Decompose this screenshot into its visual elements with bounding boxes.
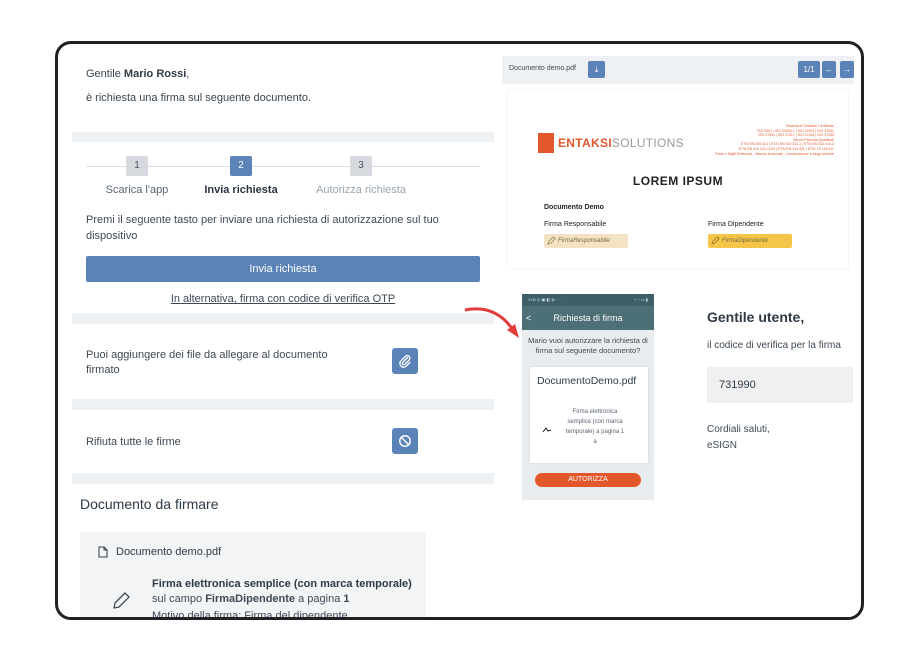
field-name: FirmaDipendente — [205, 593, 296, 605]
entaksi-logo-mark — [538, 133, 554, 153]
phone-status-right: ⌁ ◔ ▭ ▮ — [633, 297, 648, 302]
otp-link[interactable]: In alternativa, firma con codice di veri… — [72, 293, 494, 305]
file-icon — [98, 546, 108, 558]
resp-signature-badge[interactable]: FirmaResponsabile — [544, 234, 628, 248]
signature-field: sul campo FirmaDipendente a pagina 1 — [152, 593, 350, 605]
send-request-button[interactable]: Invia richiesta — [86, 256, 480, 282]
prev-page-button[interactable]: ← — [822, 61, 836, 78]
email-title: Gentile utente, — [707, 309, 805, 325]
email-closing: Cordiali saluti, eSIGN — [707, 422, 770, 454]
greeting-card: Gentile Mario Rossi, è richiesta una fir… — [72, 56, 494, 132]
arrow-left-icon: ← — [825, 65, 833, 74]
greeting-message: è richiesta una firma sul seguente docum… — [86, 92, 312, 104]
pdf-doc-name: Documento demo.pdf — [509, 65, 576, 72]
field-page: 1 — [343, 593, 350, 605]
pdf-doc-label: Documento Demo — [544, 204, 604, 211]
field-suffix: a pagina — [295, 593, 344, 605]
page-indicator: 1/1 — [798, 61, 820, 78]
greeting-suffix: , — [186, 68, 190, 80]
paperclip-icon — [399, 354, 411, 368]
step-description: Premi il seguente tasto per inviare una … — [86, 214, 439, 242]
resp-pen-icon — [547, 236, 556, 245]
reject-card: Rifiuta tutte le firme — [72, 410, 494, 473]
dip-signature-badge[interactable]: FirmaDipendente — [708, 234, 792, 248]
step-3-label[interactable]: Autorizza richiesta — [301, 184, 421, 196]
step-1-label[interactable]: Scarica l'app — [77, 184, 197, 196]
verification-code: 731990 — [719, 379, 756, 391]
document-file[interactable]: Documento demo.pdf — [98, 546, 221, 558]
attach-text: Puoi aggiungere dei file da allegare al … — [86, 349, 328, 376]
logo-main: ENTAKSI — [558, 136, 612, 150]
step-2-label[interactable]: Invia richiesta — [181, 184, 301, 196]
next-page-button[interactable]: → — [840, 61, 854, 78]
reject-text: Rifiuta tutte le firme — [86, 436, 181, 448]
pdf-page: ENTAKSISOLUTIONS Sistema di Gestione Cer… — [508, 90, 848, 268]
cert-line: Firme e Sigilli Elettronici - Marche tem… — [714, 151, 834, 156]
document-section-title: Documento da firmare — [80, 496, 219, 512]
phone-signature-icon — [542, 427, 552, 433]
certification-lines: Sistema di Gestione Certificato ISO 9001… — [674, 124, 834, 156]
document-file-name: Documento demo.pdf — [116, 546, 222, 558]
step-2-number[interactable]: 2 — [230, 156, 252, 176]
phone-file-desc: Firma elettronica semplice (con marca te… — [565, 409, 625, 445]
step-1-number[interactable]: 1 — [126, 156, 148, 176]
download-button[interactable]: ⤓ — [588, 61, 605, 78]
red-arrow-icon — [464, 307, 519, 338]
greeting-line: Gentile Mario Rossi, — [86, 68, 480, 80]
signature-reason: Motivo della firma: Firma del dipendente — [152, 610, 348, 620]
reject-button[interactable] — [392, 428, 418, 454]
right-panel: Documento demo.pdf ⤓ ← → 1/1 ENTAKSISOLU… — [502, 56, 854, 617]
document-card: Documento da firmare Documento demo.pdf … — [72, 484, 494, 620]
field-prefix: sul campo — [152, 593, 206, 605]
left-panel: Gentile Mario Rossi, è richiesta una fir… — [72, 56, 494, 620]
download-icon: ⤓ — [594, 65, 599, 74]
entaksi-logo: ENTAKSISOLUTIONS — [538, 133, 684, 153]
pencil-icon — [113, 592, 130, 609]
prohibited-icon — [399, 435, 411, 447]
verification-code-box: 731990 — [707, 367, 853, 403]
user-name: Mario Rossi — [123, 68, 187, 80]
phone-file-card: DocumentoDemo.pdf Firma elettronica semp… — [530, 367, 648, 463]
resp-badge-text: FirmaResponsabile — [558, 238, 610, 244]
phone-message: Mario vuoi autorizzare la richiesta di f… — [528, 336, 648, 355]
pdf-dip-label: Firma Dipendente — [708, 221, 764, 228]
email-line: il codice di verifica per la firma — [707, 340, 841, 351]
pdf-resp-label: Firma Responsabile — [544, 221, 607, 228]
email-closing-line: Cordiali saluti, — [707, 424, 770, 435]
pdf-heading: LOREM IPSUM — [632, 174, 724, 188]
dip-badge-text: FirmaDipendente — [722, 238, 769, 244]
phone-mockup: 1:00 ◴ ▣ ◧ ◍ · · · ⌁ ◔ ▭ ▮ Richiesta di f… — [522, 294, 654, 500]
document-box: Documento demo.pdf Firma elettronica sem… — [80, 532, 426, 620]
phone-status-bar: 1:00 ◴ ▣ ◧ ◍ · · · ⌁ ◔ ▭ ▮ — [522, 294, 654, 306]
entaksi-logo-text: ENTAKSISOLUTIONS — [558, 136, 684, 150]
steps-card: 1 2 3 Scarica l'app Invia richiesta Auto… — [72, 142, 494, 313]
screenshot-frame: Gentile Mario Rossi, è richiesta una fir… — [55, 41, 864, 620]
phone-back-icon[interactable]: < — [526, 306, 531, 330]
greeting-prefix: Gentile — [86, 68, 124, 80]
phone-status-left: 1:00 ◴ ▣ ◧ ◍ · · · — [528, 297, 563, 302]
authorize-button[interactable]: AUTORIZZA — [535, 473, 641, 487]
attach-card: Puoi aggiungere dei file da allegare al … — [72, 324, 494, 399]
signature-type: Firma elettronica semplice (con marca te… — [152, 578, 412, 590]
phone-file-name: DocumentoDemo.pdf — [537, 375, 637, 387]
email-sender: eSIGN — [707, 440, 738, 451]
attach-button[interactable] — [392, 348, 418, 374]
phone-header: Richiesta di firma — [522, 306, 654, 330]
dip-pen-icon — [711, 236, 720, 245]
arrow-right-icon: → — [843, 65, 851, 74]
step-3-number[interactable]: 3 — [350, 156, 372, 176]
